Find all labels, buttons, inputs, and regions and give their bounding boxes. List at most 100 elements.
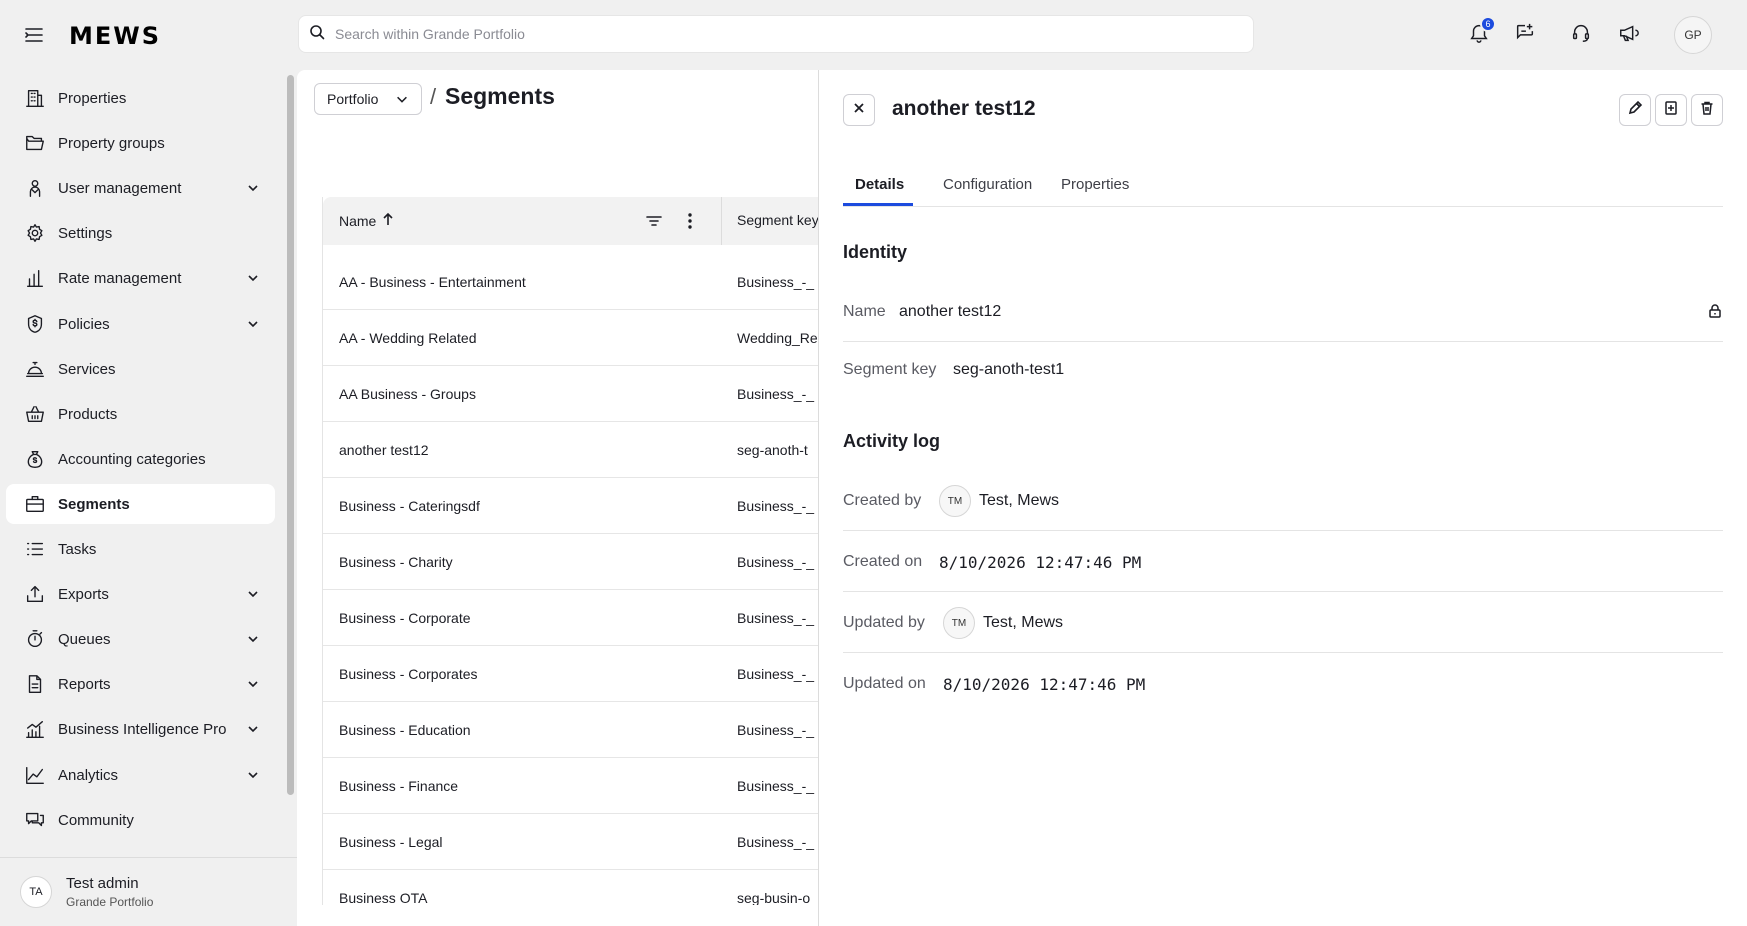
table-row[interactable]: Business - Corporates Business_-_: [323, 646, 842, 702]
segment-key-cell: seg-anoth-t: [737, 442, 808, 458]
copy-add-icon: [1663, 100, 1679, 121]
sidebar-item-label: Rate management: [58, 269, 182, 287]
search-bar[interactable]: [298, 15, 1254, 53]
sidebar-item-property-groups[interactable]: Property groups: [6, 123, 275, 163]
chevron-down-icon[interactable]: [245, 180, 261, 196]
column-header-name[interactable]: Name: [339, 212, 394, 229]
sidebar-item-label: Tasks: [58, 540, 97, 558]
sparkle-message-icon: [1514, 22, 1536, 49]
menu-icon[interactable]: [22, 23, 46, 47]
list-icon: [22, 536, 48, 562]
table-row[interactable]: Business - Charity Business_-_: [323, 534, 842, 590]
segment-key-cell: Wedding_Re: [737, 330, 818, 346]
segment-name-cell: Business OTA: [339, 890, 428, 905]
created-by-field: Created by TM Test, Mews: [843, 473, 1723, 531]
table-row[interactable]: Business - Education Business_-_: [323, 702, 842, 758]
close-icon: [852, 101, 866, 120]
support-button[interactable]: [1562, 16, 1600, 54]
table-row[interactable]: Business - Legal Business_-_: [323, 814, 842, 870]
sidebar-item-business-intelligence-pro[interactable]: Business Intelligence Pro: [6, 709, 275, 749]
segment-name-cell: Business - Cateringsdf: [339, 498, 480, 514]
sidebar-item-reports[interactable]: Reports: [6, 664, 275, 704]
filter-icon[interactable]: [643, 210, 665, 232]
sidebar-scrollbar[interactable]: [287, 75, 294, 795]
sidebar-item-exports[interactable]: Exports: [6, 574, 275, 614]
chevron-down-icon[interactable]: [245, 586, 261, 602]
segments-table: Name Segment key AA - Business - Enterta…: [322, 197, 842, 905]
sidebar-item-policies[interactable]: Policies: [6, 304, 275, 344]
sidebar-item-label: Settings: [58, 224, 113, 242]
sidebar-item-services[interactable]: Services: [6, 349, 275, 389]
segment-name-cell: Business - Corporate: [339, 610, 471, 626]
table-row[interactable]: another test12 seg-anoth-t: [323, 422, 842, 478]
table-row[interactable]: Business - Finance Business_-_: [323, 758, 842, 814]
table-row[interactable]: AA Business - Groups Business_-_: [323, 366, 842, 422]
segment-key-value: seg-anoth-test1: [953, 361, 1065, 378]
table-row[interactable]: AA - Business - Entertainment Business_-_: [323, 254, 842, 310]
breadcrumb-root: Portfolio: [327, 91, 379, 107]
table-row[interactable]: Business OTA seg-busin-o: [323, 870, 842, 905]
panel-title: another test12: [892, 97, 1036, 120]
user-avatar: TA: [20, 876, 52, 908]
table-row[interactable]: Business - Corporate Business_-_: [323, 590, 842, 646]
segment-key-cell: Business_-_: [737, 554, 815, 570]
updated-by-field: Updated by TM Test, Mews: [843, 595, 1723, 653]
chevron-down-icon[interactable]: [245, 631, 261, 647]
current-user[interactable]: TA Test admin Grande Portfolio: [0, 857, 297, 926]
identity-heading: Identity: [843, 242, 908, 262]
mews-logo[interactable]: MEWS: [69, 22, 161, 50]
delete-button[interactable]: [1691, 94, 1723, 126]
search-input[interactable]: [335, 26, 1235, 42]
segment-key-cell: Business_-_: [737, 834, 815, 850]
sidebar-item-segments[interactable]: Segments: [6, 484, 275, 524]
chevron-down-icon[interactable]: [245, 721, 261, 737]
sidebar-item-queues[interactable]: Queues: [6, 619, 275, 659]
sidebar-item-community[interactable]: Community: [6, 800, 275, 840]
segment-name-cell: Business - Finance: [339, 778, 459, 794]
more-options-icon[interactable]: [679, 210, 701, 232]
sidebar-item-analytics[interactable]: Analytics: [6, 755, 275, 795]
updated-on-field: Updated on 8/10/2026 12:47:46 PM: [843, 656, 1723, 714]
line-chart-icon: [22, 762, 48, 788]
sidebar-item-tasks[interactable]: Tasks: [6, 529, 275, 569]
duplicate-button[interactable]: [1655, 94, 1687, 126]
table-header: Name Segment key: [323, 197, 842, 245]
panel-tabs: Details Configuration Properties: [843, 164, 1723, 207]
column-header-segment-key[interactable]: Segment key: [737, 212, 819, 228]
column-divider[interactable]: [721, 197, 722, 245]
segment-name-cell: another test12: [339, 442, 429, 458]
account-avatar[interactable]: GP: [1674, 16, 1712, 54]
basket-icon: [22, 401, 48, 427]
sidebar-item-accounting-categories[interactable]: Accounting categories: [6, 439, 275, 479]
whats-new-button[interactable]: [1506, 16, 1544, 54]
sidebar-item-mews-university[interactable]: Mews University: [6, 845, 275, 858]
portfolio-dropdown[interactable]: Portfolio: [314, 83, 422, 115]
sort-ascending-icon[interactable]: [382, 212, 394, 229]
report-icon: [22, 671, 48, 697]
segment-key-cell: Business_-_: [737, 722, 815, 738]
notifications-button[interactable]: 6: [1460, 16, 1498, 54]
sidebar-item-properties[interactable]: Properties: [6, 78, 275, 118]
chevron-down-icon[interactable]: [245, 767, 261, 783]
announcements-button[interactable]: [1610, 16, 1648, 54]
tab-properties[interactable]: Properties: [1061, 176, 1129, 193]
chevron-down-icon[interactable]: [245, 270, 261, 286]
segment-name-cell: AA - Business - Entertainment: [339, 274, 526, 290]
edit-button[interactable]: [1619, 94, 1651, 126]
sidebar-item-rate-management[interactable]: Rate management: [6, 258, 275, 298]
users-icon: [22, 175, 48, 201]
chat-icon: [22, 807, 48, 833]
tab-configuration[interactable]: Configuration: [943, 176, 1032, 193]
close-panel-button[interactable]: [843, 94, 875, 126]
sidebar-item-products[interactable]: Products: [6, 394, 275, 434]
sidebar-item-label: Properties: [58, 89, 127, 107]
table-row[interactable]: Business - Cateringsdf Business_-_: [323, 478, 842, 534]
updated-on-label: Updated on: [843, 675, 926, 692]
table-row[interactable]: AA - Wedding Related Wedding_Re: [323, 310, 842, 366]
tab-details[interactable]: Details: [855, 176, 904, 193]
sidebar-item-settings[interactable]: Settings: [6, 213, 275, 253]
sidebar-item-user-management[interactable]: User management: [6, 168, 275, 208]
chevron-down-icon[interactable]: [245, 316, 261, 332]
folder-icon: [22, 130, 48, 156]
chevron-down-icon[interactable]: [245, 676, 261, 692]
